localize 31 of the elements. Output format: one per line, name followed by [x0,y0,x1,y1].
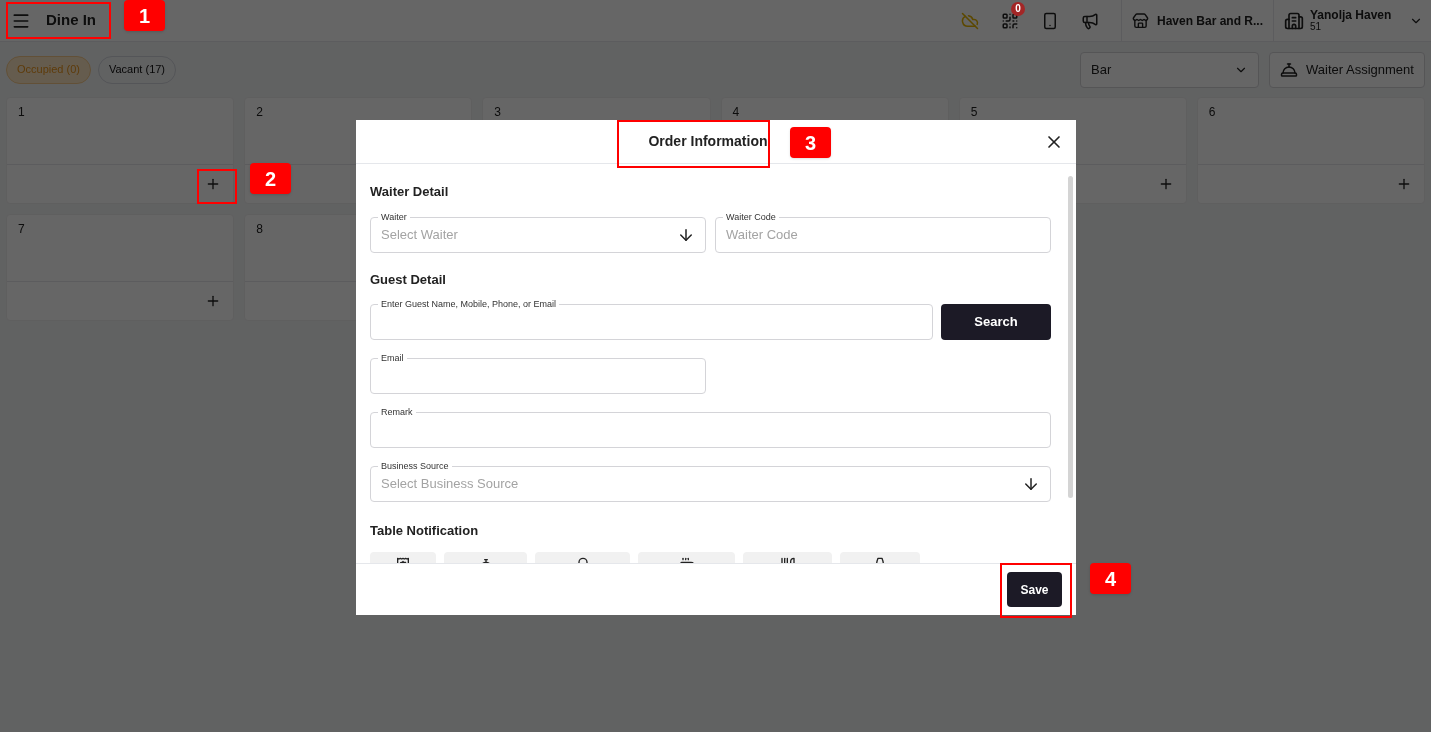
section-heading: Waiter Detail [370,183,450,198]
table-number: 7 [18,222,25,236]
dialog-title: Order Information [648,132,768,151]
outlet-name: Haven Bar and R... [1156,12,1263,30]
table-number: 1 [18,105,25,119]
table-number: 4 [732,105,740,119]
section-heading: Table Notification [370,522,480,537]
placeholder-text: Waiter Code [726,226,799,245]
step-number: 2 [250,163,291,194]
table-number: 6 [1208,105,1216,119]
field-label: Enter Guest Name, Mobile, Phone, or Email [378,298,560,310]
table-number: 2 [256,105,263,119]
field-label: Waiter [378,211,410,223]
field-label: Email [378,352,407,364]
field-label: Business Source [378,460,452,472]
field-label: Waiter Code [723,211,779,223]
select-value: Bar [1091,60,1113,79]
field-label: Remark [378,406,416,418]
table-number: 5 [970,105,978,119]
table-number: 8 [256,222,263,236]
step-number: 1 [124,0,165,31]
property-code: 51 [1310,20,1322,33]
step-number: 4 [1090,563,1131,594]
table-number: 3 [494,105,501,119]
placeholder-text: Select Business Source [381,475,520,494]
placeholder-text: Select Waiter [381,226,459,245]
property-name: Yanolja Haven [1310,8,1393,21]
notification-badge: 0 [1011,1,1025,16]
section-heading: Guest Detail [370,271,447,286]
page-title: Dine In [46,10,96,31]
step-number: 3 [790,127,831,158]
